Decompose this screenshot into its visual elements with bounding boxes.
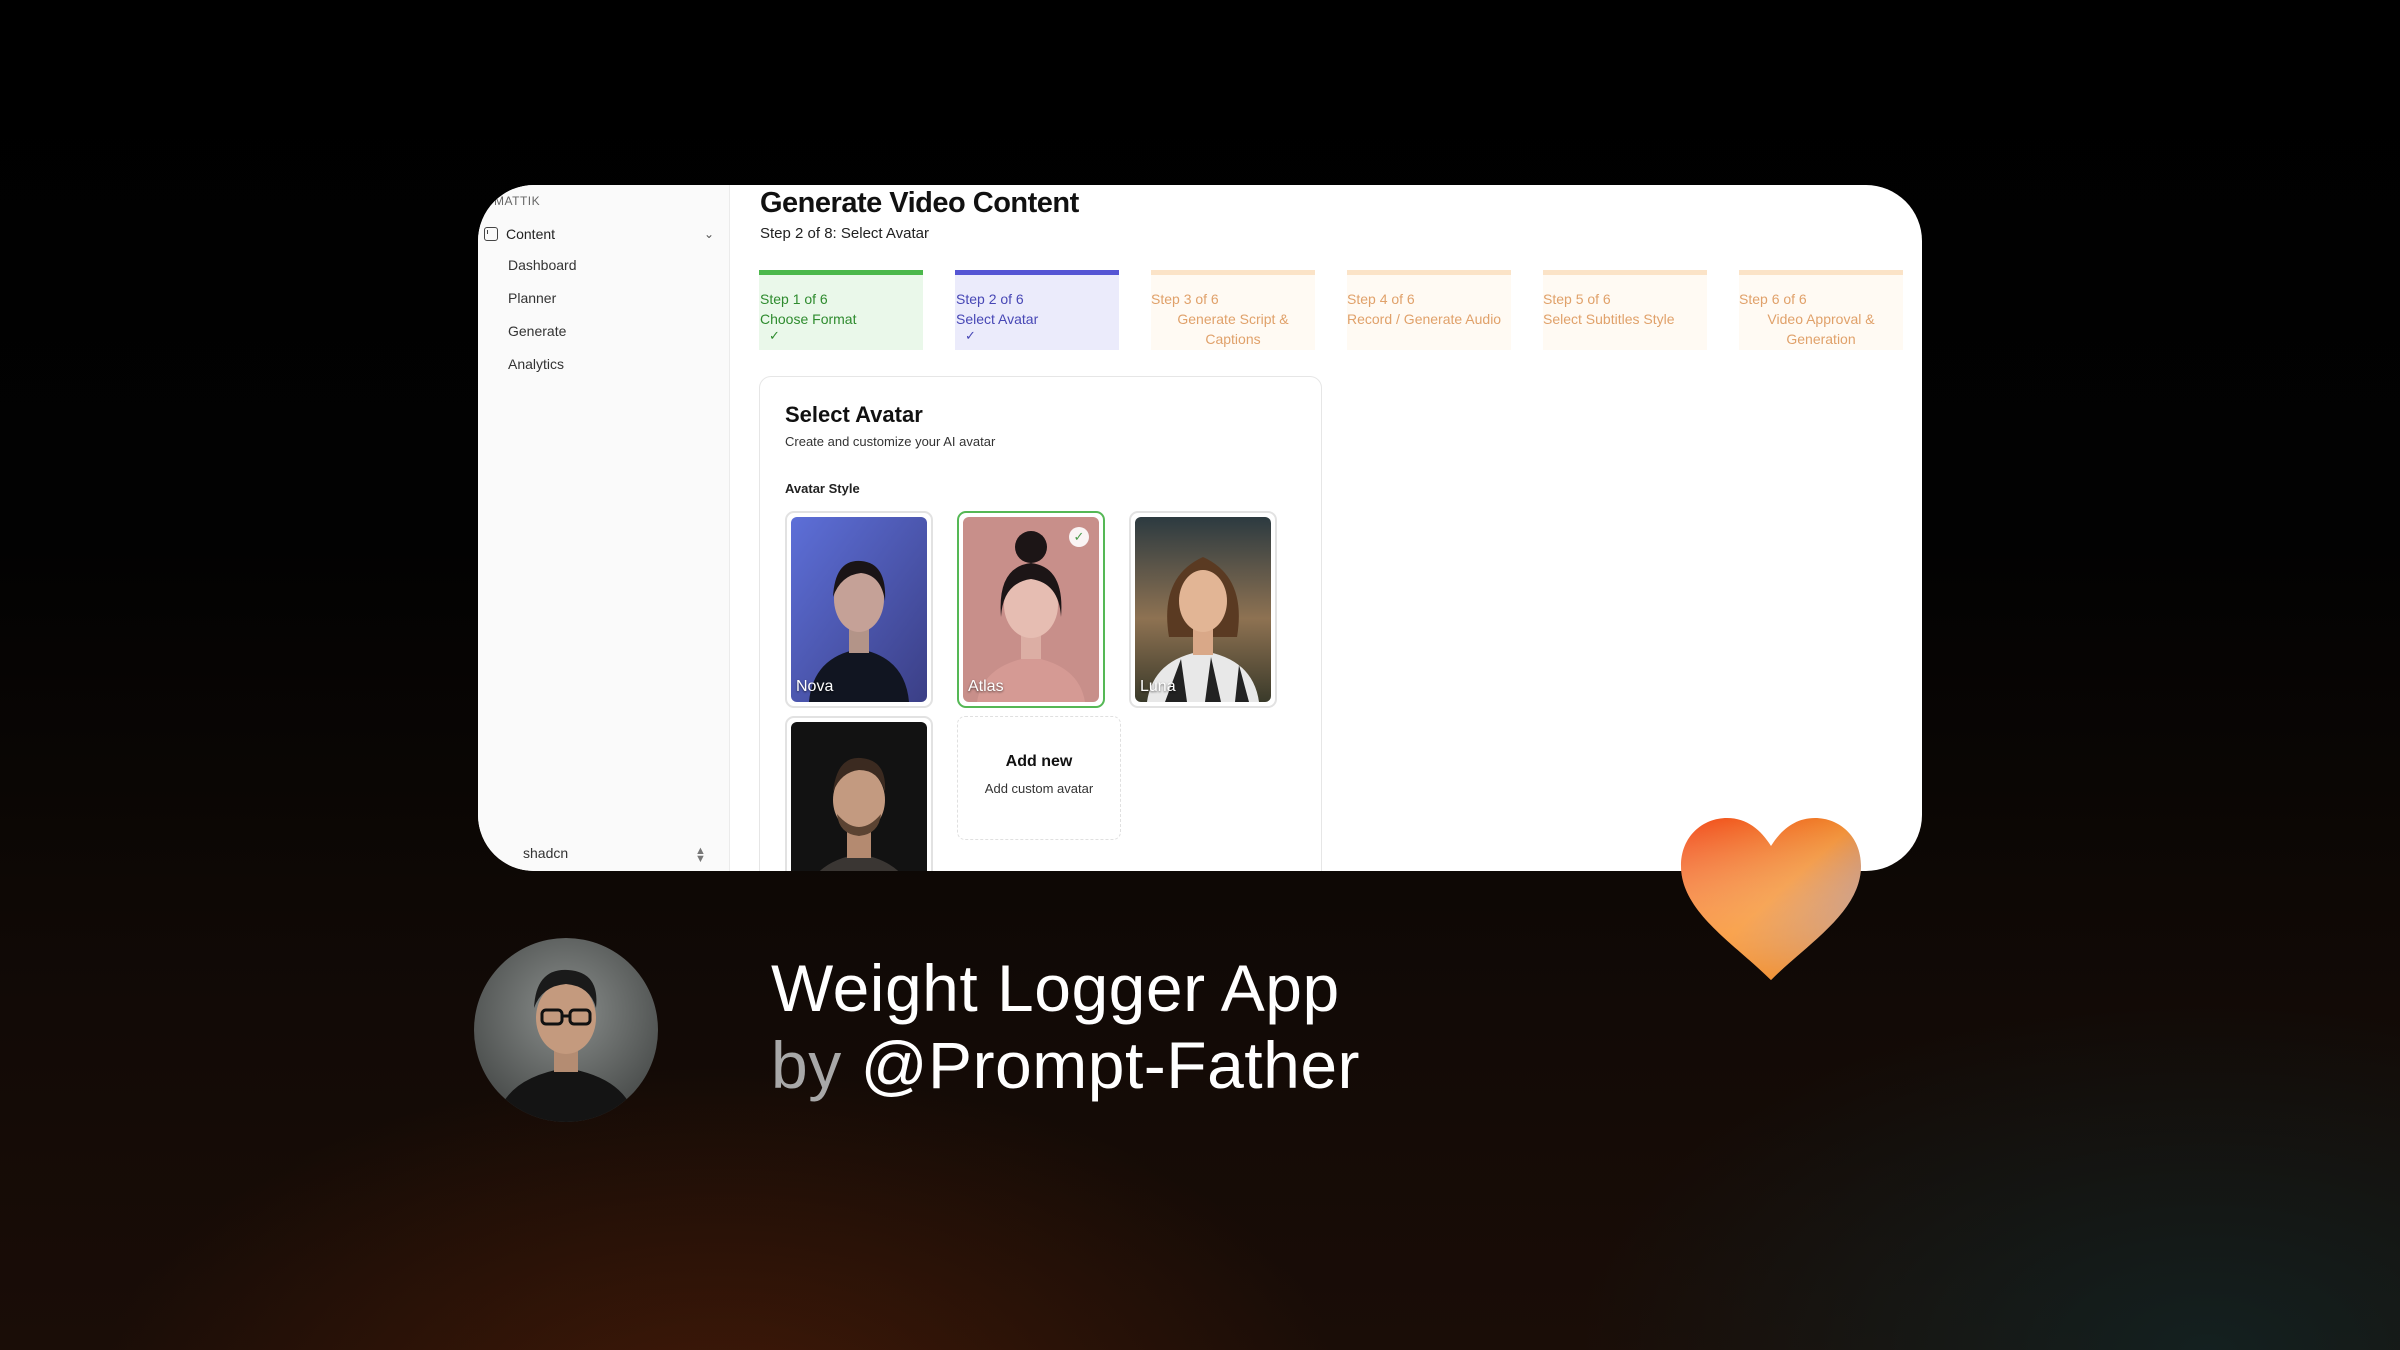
step-6[interactable]: Step 6 of 6 Video Approval & Generation bbox=[1739, 270, 1903, 350]
step-number: Step 6 of 6 bbox=[1739, 291, 1807, 307]
step-progress-bar bbox=[1347, 270, 1511, 275]
sidebar-item-generate[interactable]: Generate bbox=[508, 323, 566, 339]
check-icon: ✓ bbox=[965, 328, 976, 343]
avatar-photo: Atlas ✓ bbox=[963, 517, 1099, 702]
app-screenshot: MATTIK Content ⌄ Dashboard Planner Gener… bbox=[478, 185, 1922, 871]
step-label: Select Subtitles Style bbox=[1543, 311, 1675, 327]
user-menu[interactable]: shadcn bbox=[523, 845, 568, 861]
sidebar-item-dashboard[interactable]: Dashboard bbox=[508, 257, 577, 273]
step-label: Generate Script & Captions bbox=[1177, 311, 1289, 347]
avatar-photo: Luna bbox=[1135, 517, 1271, 702]
check-icon: ✓ bbox=[1069, 527, 1089, 547]
content-icon bbox=[484, 227, 498, 241]
step-4[interactable]: Step 4 of 6 Record / Generate Audio bbox=[1347, 270, 1511, 350]
author-handle[interactable]: @Prompt-Father bbox=[861, 1028, 1360, 1102]
step-5[interactable]: Step 5 of 6 Select Subtitles Style bbox=[1543, 270, 1707, 350]
heart-icon[interactable] bbox=[1675, 812, 1868, 986]
author-avatar bbox=[474, 938, 658, 1122]
step-number: Step 2 of 6 bbox=[956, 291, 1024, 307]
sidebar-item-planner[interactable]: Planner bbox=[508, 290, 556, 306]
add-new-avatar-button[interactable]: Add new Add custom avatar bbox=[957, 716, 1121, 840]
avatar-style-label: Avatar Style bbox=[785, 481, 860, 496]
step-progress-bar bbox=[759, 270, 923, 275]
author-credit: by @Prompt-Father bbox=[771, 1027, 1360, 1103]
sidebar-item-analytics[interactable]: Analytics bbox=[508, 356, 564, 372]
step-label: Select Avatar bbox=[956, 311, 1039, 327]
page-subtitle: Step 2 of 8: Select Avatar bbox=[760, 225, 929, 242]
avatar-option-4[interactable] bbox=[785, 716, 933, 871]
add-new-subtitle: Add custom avatar bbox=[984, 781, 1094, 796]
step-progress-bar bbox=[1739, 270, 1903, 275]
select-avatar-panel: Select Avatar Create and customize your … bbox=[759, 376, 1322, 871]
main-content: Generate Video Content Step 2 of 8: Sele… bbox=[729, 185, 1922, 871]
step-number: Step 5 of 6 bbox=[1543, 291, 1611, 307]
step-number: Step 3 of 6 bbox=[1151, 291, 1219, 307]
step-progress-bar bbox=[1543, 270, 1707, 275]
avatar-name: Luna bbox=[1140, 678, 1176, 695]
avatar-option-nova[interactable]: Nova bbox=[785, 511, 933, 708]
panel-title: Select Avatar bbox=[785, 402, 923, 427]
sidebar-group-label: Content bbox=[506, 226, 556, 242]
page-title: Generate Video Content bbox=[760, 187, 1079, 219]
step-label: Record / Generate Audio bbox=[1347, 311, 1502, 327]
by-label: by bbox=[771, 1028, 842, 1102]
add-new-title: Add new bbox=[1005, 753, 1073, 770]
step-label: Choose Format bbox=[760, 311, 857, 327]
chevron-updown-icon[interactable]: ▲ ▼ bbox=[695, 846, 706, 865]
step-progress-bar bbox=[1151, 270, 1315, 275]
avatar-option-luna[interactable]: Luna bbox=[1129, 511, 1277, 708]
step-label: Video Approval & Generation bbox=[1767, 311, 1875, 347]
chevron-down-icon: ⌄ bbox=[703, 227, 714, 241]
brand-name: MATTIK bbox=[494, 194, 541, 208]
step-number: Step 1 of 6 bbox=[760, 291, 828, 307]
avatar-photo: Nova bbox=[791, 517, 927, 702]
step-progress-bar bbox=[955, 270, 1119, 275]
step-3[interactable]: Step 3 of 6 Generate Script & Captions bbox=[1151, 270, 1315, 350]
avatar-option-atlas[interactable]: Atlas ✓ bbox=[957, 511, 1105, 708]
avatar-photo bbox=[791, 722, 927, 871]
check-icon: ✓ bbox=[769, 328, 780, 343]
step-2[interactable]: Step 2 of 6 Select Avatar ✓ bbox=[955, 270, 1119, 350]
step-number: Step 4 of 6 bbox=[1347, 291, 1415, 307]
sidebar: MATTIK Content ⌄ Dashboard Planner Gener… bbox=[478, 185, 730, 871]
avatar-name: Nova bbox=[796, 678, 834, 695]
avatar-name: Atlas bbox=[968, 678, 1004, 695]
app-title: Weight Logger App bbox=[771, 951, 1340, 1025]
step-1[interactable]: Step 1 of 6 Choose Format ✓ bbox=[759, 270, 923, 350]
sidebar-group-content[interactable]: Content ⌄ bbox=[484, 223, 714, 245]
panel-subtitle: Create and customize your AI avatar bbox=[785, 434, 996, 449]
